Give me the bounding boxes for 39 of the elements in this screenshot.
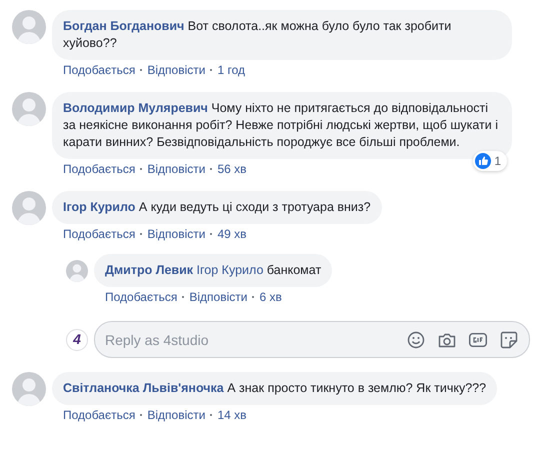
avatar[interactable] [12, 191, 46, 225]
reply-link[interactable]: Відповісти [147, 161, 206, 177]
comment-text: Дмитро Левик Ігор Курило банкомат [105, 262, 322, 279]
like-link[interactable]: Подобається [63, 161, 136, 177]
timestamp-link[interactable]: 14 хв [217, 407, 247, 423]
like-icon [475, 153, 492, 169]
author-link[interactable]: Володимир Муляревич [63, 101, 208, 115]
author-link[interactable]: Ігор Курило [63, 200, 136, 214]
author-link[interactable]: Богдан Богданович [63, 19, 184, 33]
author-link[interactable]: Світланочка Львів'яночка [63, 381, 224, 395]
reply-link[interactable]: Відповісти [147, 62, 206, 78]
timestamp-link[interactable]: 49 хв [217, 226, 247, 242]
author-link[interactable]: Дмитро Левик [105, 263, 194, 277]
reply-field[interactable]: Reply as 4studio [94, 321, 530, 358]
avatar[interactable] [12, 372, 46, 406]
reply-link[interactable]: Відповісти [147, 407, 206, 423]
comment-text: Володимир Муляревич Чому ніхто не притягається до відповідальності за неякісне виконання робіт? Невже потрібні людські жертви, щоб шукати і карати винних? Безвідповідальність породжує все більші проблеми. [63, 100, 499, 151]
gif-icon[interactable] [469, 333, 487, 347]
reply-link[interactable]: Відповісти [147, 226, 206, 242]
like-link[interactable]: Подобається [63, 407, 136, 423]
like-link[interactable]: Подобається [63, 226, 136, 242]
page-logo: 4 [66, 328, 88, 350]
comment-text: Богдан Богданович Вот сволота..як можна було було так зробити хуйово?? [63, 18, 452, 52]
sticker-icon[interactable] [500, 331, 518, 349]
timestamp-link[interactable]: 1 год [217, 62, 245, 78]
reply-link[interactable]: Відповісти [189, 289, 248, 305]
like-link[interactable]: Подобається [63, 62, 136, 78]
reaction-badge[interactable]: 1 [473, 151, 507, 171]
camera-icon[interactable] [438, 332, 456, 348]
avatar[interactable] [12, 10, 46, 44]
avatar[interactable] [66, 260, 88, 282]
mention-link[interactable]: Ігор Курило [196, 263, 264, 277]
avatar[interactable] [12, 92, 46, 126]
like-link[interactable]: Подобається [105, 289, 178, 305]
comment-text: Світланочка Львів'яночка А знак просто тикнуто в землю? Як тичку??? [63, 380, 486, 397]
timestamp-link[interactable]: 6 хв [259, 289, 282, 305]
emoji-icon[interactable] [407, 331, 425, 349]
timestamp-link[interactable]: 56 хв [217, 161, 247, 177]
comment-text: Ігор Курило А куди ведуть ці сходи з тротуара вниз? [63, 199, 371, 216]
